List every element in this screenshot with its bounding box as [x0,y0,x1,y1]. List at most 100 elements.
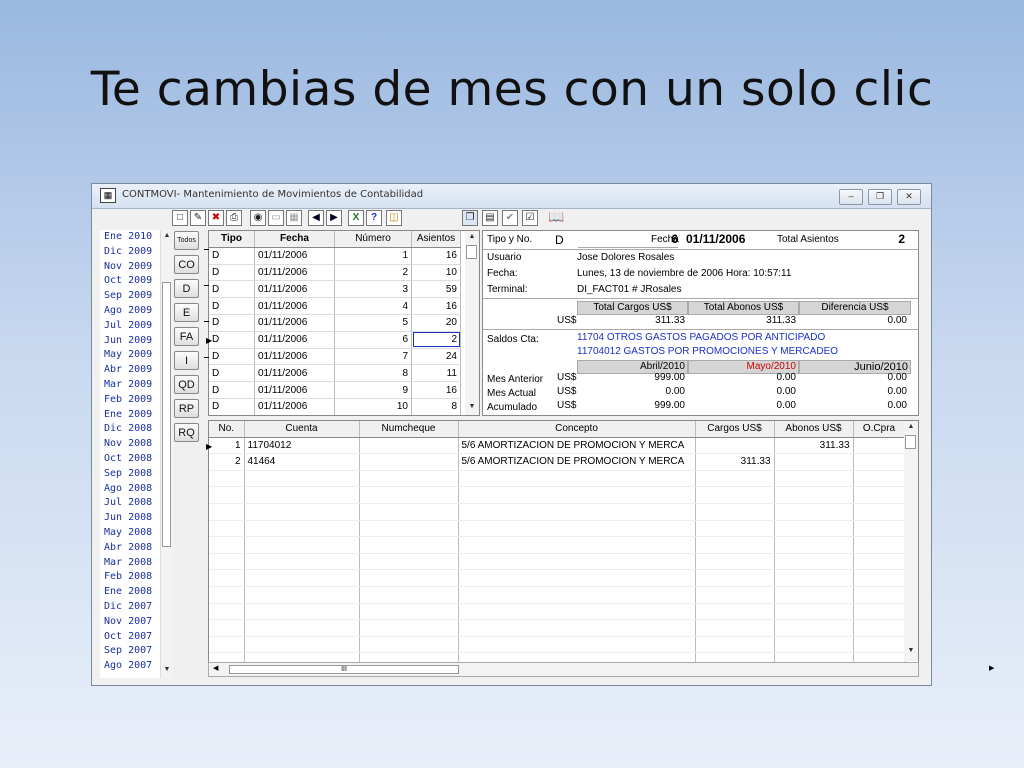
cell-concepto[interactable] [458,486,696,504]
cell-asientos[interactable]: 2 [411,331,461,349]
cell-abonos[interactable] [774,520,854,538]
col-numcheque[interactable]: Numcheque [359,421,459,438]
cell-ocpra[interactable] [853,437,906,455]
cell-ocpra[interactable] [853,453,906,471]
cell-cuenta[interactable]: 41464 [244,453,360,471]
cell-ocpra[interactable] [853,470,906,488]
scroll-left-icon[interactable]: ◀ [213,664,218,672]
cell-cargos[interactable] [695,636,775,654]
filter-d-button[interactable]: D [174,279,199,298]
cell-cuenta[interactable] [244,569,360,587]
cell-fecha[interactable]: 01/11/2006 [254,264,335,282]
cell-asientos[interactable]: 10 [411,264,461,282]
cell-asientos[interactable]: 8 [411,398,461,415]
table-row[interactable] [209,603,906,621]
cell-cargos[interactable] [695,503,775,521]
scroll-down-icon[interactable]: ▼ [466,403,478,410]
scroll-up-icon[interactable]: ▲ [466,233,478,240]
cell-numcheque[interactable] [359,619,459,637]
scroll-up-icon[interactable]: ▲ [905,423,917,430]
cell-no[interactable] [209,603,245,621]
cell-concepto[interactable] [458,619,696,637]
cell-cargos[interactable] [695,569,775,587]
cell-numcheque[interactable] [359,636,459,654]
last-record-icon[interactable]: ▶ [326,210,342,226]
cell-abonos[interactable] [774,636,854,654]
delete-doc-icon[interactable]: ✖ [208,210,224,226]
cell-concepto[interactable] [458,553,696,571]
cell-asientos[interactable]: 20 [411,314,461,332]
filter-co-button[interactable]: CO [174,255,199,274]
cell-cuenta[interactable] [244,553,360,571]
cell-tipo[interactable]: D [209,247,255,265]
filter-i-button[interactable]: I [174,351,199,370]
cell-fecha[interactable]: 01/11/2006 [254,297,335,315]
find-icon[interactable]: ◉ [250,210,266,226]
cell-tipo[interactable]: D [209,398,255,415]
scroll-up-icon[interactable]: ▲ [161,232,173,239]
cell-numcheque[interactable] [359,569,459,587]
cell-abonos[interactable] [774,486,854,504]
cell-numero[interactable]: 1 [334,247,412,265]
cell-fecha[interactable]: 01/11/2006 [254,247,335,265]
cell-ocpra[interactable] [853,520,906,538]
cell-cuenta[interactable] [244,503,360,521]
cell-cuenta[interactable] [244,536,360,554]
cell-cuenta[interactable] [244,486,360,504]
cell-numcheque[interactable] [359,437,459,455]
new-doc-icon[interactable]: □ [172,210,188,226]
cell-ocpra[interactable] [853,619,906,637]
cell-cargos[interactable] [695,603,775,621]
cell-abonos[interactable] [774,553,854,571]
restore-button[interactable]: ❐ [868,189,892,205]
cell-cargos[interactable] [695,470,775,488]
col-tipo[interactable]: Tipo [209,231,255,248]
cell-ocpra[interactable] [853,603,906,621]
table-row[interactable]: D 01/11/2006 1 16 [209,247,461,265]
entries-hscroll-thumb[interactable]: III [229,665,459,674]
entries-grid[interactable]: No. Cuenta Numcheque Concepto Cargos US$… [208,420,919,666]
cell-asientos[interactable]: 16 [411,297,461,315]
screen-icon[interactable]: ▭ [268,210,284,226]
cell-no[interactable] [209,536,245,554]
cell-concepto[interactable] [458,503,696,521]
cell-asientos[interactable]: 59 [411,280,461,299]
cell-numcheque[interactable] [359,536,459,554]
cell-cargos[interactable] [695,486,775,504]
cell-no[interactable]: 2 [209,453,245,471]
cell-tipo[interactable]: D [209,331,255,349]
cell-no[interactable] [209,470,245,488]
documents-grid[interactable]: Tipo Fecha Número Asientos D 01/11/2006 1 1… [208,230,480,416]
filter-e-button[interactable]: E [174,303,199,322]
copy-icon[interactable]: ❐ [462,210,478,226]
table-row[interactable]: D 01/11/2006 10 8 [209,398,461,415]
col-numero[interactable]: Número [334,231,412,248]
cell-tipo[interactable]: D [209,364,255,383]
table-row[interactable] [209,536,906,554]
cell-abonos[interactable] [774,603,854,621]
filter-rq-button[interactable]: RQ [174,423,199,442]
cell-numero[interactable]: 6 [334,331,412,349]
cell-abonos[interactable] [774,586,854,604]
table-row[interactable] [209,619,906,637]
cell-cuenta[interactable] [244,520,360,538]
cell-ocpra[interactable] [853,586,906,604]
cell-ocpra[interactable] [853,553,906,571]
table-row[interactable]: D 01/11/2006 6 2 [209,331,461,349]
table-row[interactable]: D 01/11/2006 3 59 [209,280,461,299]
cell-numcheque[interactable] [359,470,459,488]
grid-icon[interactable]: ▦ [286,210,302,226]
month-scroll-thumb[interactable] [162,282,171,547]
filter-todos-button[interactable]: Todos [174,231,199,250]
entries-vscrollbar[interactable]: ▲ ▼ [904,421,918,661]
cell-abonos[interactable] [774,569,854,587]
documents-scroll-thumb[interactable] [466,245,477,259]
table-row[interactable] [209,569,906,587]
cell-cargos[interactable] [695,619,775,637]
cell-concepto[interactable] [458,586,696,604]
cell-cuenta[interactable] [244,586,360,604]
table-row[interactable]: D 01/11/2006 4 16 [209,297,461,315]
cell-cargos[interactable] [695,586,775,604]
cell-numero[interactable]: 2 [334,264,412,282]
cell-numero[interactable]: 8 [334,364,412,383]
